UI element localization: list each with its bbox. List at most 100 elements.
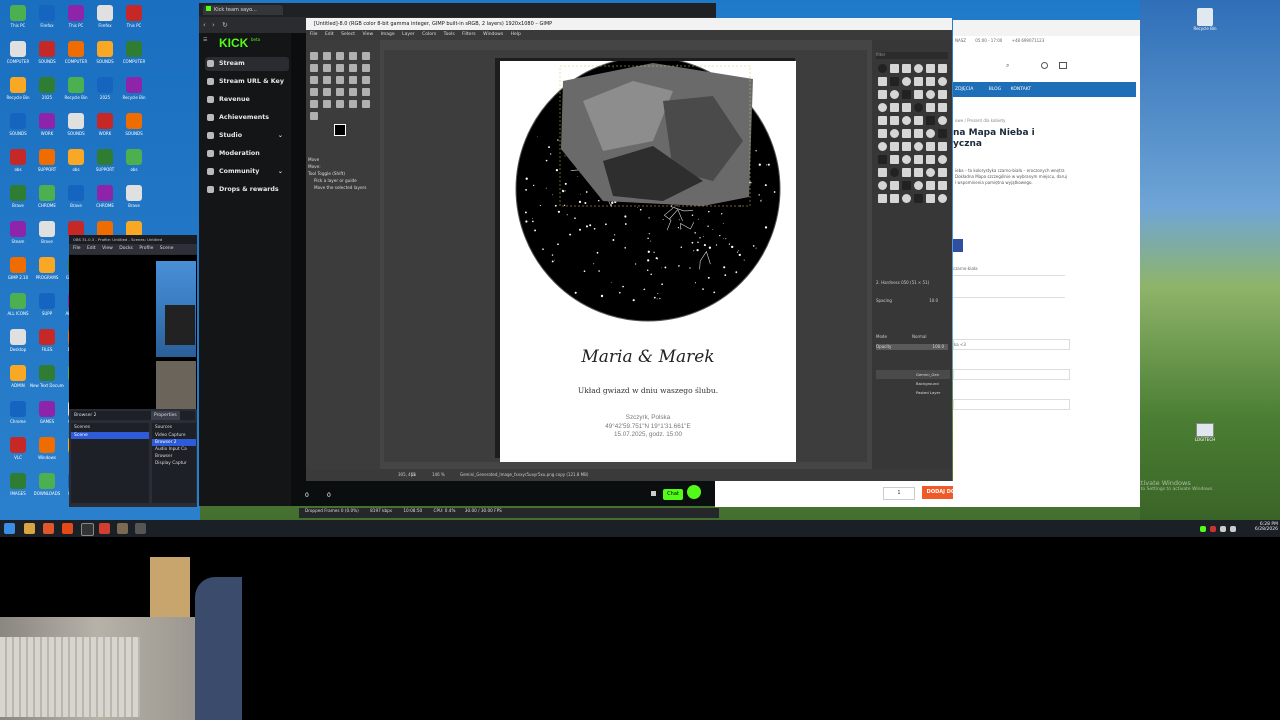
brush-icon[interactable] — [914, 194, 923, 203]
desktop-icon[interactable] — [10, 221, 26, 237]
desktop-icon[interactable] — [68, 5, 84, 21]
brush-icon[interactable] — [890, 64, 899, 73]
layer-mode[interactable]: Mode Normal — [876, 334, 948, 339]
nav-revenue[interactable]: Revenue — [205, 93, 289, 107]
tool-icon[interactable] — [349, 64, 357, 72]
brush-icon[interactable] — [878, 77, 887, 86]
brush-icon[interactable] — [938, 142, 947, 151]
brush-icon[interactable] — [926, 181, 935, 190]
option-select[interactable]: czarno-biała — [953, 266, 1065, 276]
desktop-icon-logitech[interactable]: LOGITECH — [1190, 423, 1220, 442]
obs-menu-edit[interactable]: Edit — [87, 246, 96, 251]
tool-icon[interactable] — [336, 100, 344, 108]
tool-icon[interactable] — [310, 76, 318, 84]
brush-icon[interactable] — [890, 129, 899, 138]
nav-stream[interactable]: Stream — [205, 57, 289, 71]
layer-item[interactable]: Background — [876, 379, 950, 388]
desktop-icon[interactable] — [10, 5, 26, 21]
radio-move-selected[interactable]: Move the selected layers — [314, 184, 378, 191]
source-item[interactable]: Audio Input Ca — [152, 446, 196, 453]
tool-icon[interactable] — [362, 64, 370, 72]
brush-icon[interactable] — [902, 194, 911, 203]
tool-icon[interactable] — [310, 100, 318, 108]
desktop-icon[interactable] — [97, 41, 113, 57]
desktop-icon[interactable] — [10, 185, 26, 201]
tool-icon[interactable] — [362, 52, 370, 60]
brush-icon[interactable] — [878, 129, 887, 138]
brush-icon[interactable] — [890, 103, 899, 112]
brush-icon[interactable] — [926, 142, 935, 151]
tool-icon[interactable] — [336, 64, 344, 72]
brush-icon[interactable] — [914, 181, 923, 190]
brush-icon[interactable] — [914, 155, 923, 164]
tool-icon[interactable] — [349, 76, 357, 84]
gimp-menu-filters[interactable]: Filters — [462, 32, 476, 37]
desktop-icon[interactable] — [10, 401, 26, 417]
brush-icon[interactable] — [902, 103, 911, 112]
volume-icon[interactable] — [1230, 526, 1236, 532]
color-swatch[interactable] — [953, 239, 963, 252]
brush-icon[interactable] — [914, 77, 923, 86]
desktop-icon-recycle[interactable]: Recycle Bin — [1190, 8, 1220, 31]
brush-icon[interactable] — [890, 168, 899, 177]
brush-icon[interactable] — [926, 155, 935, 164]
tool-icon[interactable] — [323, 100, 331, 108]
nav-kontakt[interactable]: KONTAKT — [1011, 87, 1031, 92]
layer-item[interactable]: Pasted Layer — [876, 388, 950, 397]
brush-icon[interactable] — [938, 194, 947, 203]
account-icon[interactable] — [1041, 62, 1048, 69]
brush-icon[interactable] — [938, 129, 947, 138]
tool-icon[interactable] — [323, 52, 331, 60]
gimp-taskbar-icon[interactable] — [117, 523, 128, 534]
brush-icon[interactable] — [914, 129, 923, 138]
network-icon[interactable] — [1220, 526, 1226, 532]
gimp-menu-select[interactable]: Select — [341, 32, 355, 37]
brush-icon[interactable] — [878, 155, 887, 164]
text-input[interactable]: ka <3 — [953, 339, 1070, 350]
desktop-icon[interactable] — [10, 149, 26, 165]
brush-icon[interactable] — [902, 181, 911, 190]
start-icon[interactable] — [4, 523, 15, 534]
tool-icon[interactable] — [323, 76, 331, 84]
nav-community[interactable]: Community ⌄ — [205, 165, 289, 179]
brush-icon[interactable] — [902, 77, 911, 86]
nav-stream-url-key[interactable]: Stream URL & Key — [205, 75, 289, 89]
desktop-icon[interactable] — [97, 77, 113, 93]
brush-icon[interactable] — [890, 116, 899, 125]
obs-menu-file[interactable]: File — [73, 246, 81, 251]
desktop-icon[interactable] — [97, 113, 113, 129]
gimp-menu-image[interactable]: Image — [381, 32, 395, 37]
desktop-icon[interactable] — [97, 185, 113, 201]
desktop-icon[interactable] — [39, 329, 55, 345]
tool-icon[interactable] — [349, 52, 357, 60]
desktop-icon[interactable] — [126, 149, 142, 165]
back-icon[interactable]: ‹ — [203, 21, 206, 29]
nav-achievements[interactable]: Achievements — [205, 111, 289, 125]
desktop-icon[interactable] — [39, 293, 55, 309]
brush-icon[interactable] — [914, 142, 923, 151]
desktop-icon[interactable] — [39, 473, 55, 489]
scene-item[interactable]: Scene — [71, 432, 149, 439]
brush-icon[interactable] — [902, 168, 911, 177]
brush-icon[interactable] — [878, 64, 887, 73]
brush-icon[interactable] — [902, 142, 911, 151]
file-explorer-icon[interactable] — [24, 523, 35, 534]
tool-icon[interactable] — [349, 100, 357, 108]
layer-item[interactable]: Gemini_Gen — [876, 370, 950, 379]
desktop-icon[interactable] — [126, 77, 142, 93]
brush-icon[interactable] — [926, 168, 935, 177]
brush-icon[interactable] — [902, 64, 911, 73]
gimp-menu-windows[interactable]: Windows — [483, 32, 503, 37]
spacing-control[interactable]: Spacing 10.0 — [876, 298, 948, 303]
brush-icon[interactable] — [878, 168, 887, 177]
brush-icon[interactable] — [890, 142, 899, 151]
tool-icon[interactable] — [336, 88, 344, 96]
chrome-icon[interactable] — [99, 523, 110, 534]
brush-icon[interactable] — [914, 168, 923, 177]
nav-drops-rewards[interactable]: Drops & rewards — [205, 183, 289, 197]
brush-icon[interactable] — [890, 77, 899, 86]
desktop-icon[interactable] — [126, 5, 142, 21]
desktop-icon[interactable] — [10, 293, 26, 309]
brush-icon[interactable] — [926, 103, 935, 112]
obs-preview[interactable] — [69, 255, 197, 425]
